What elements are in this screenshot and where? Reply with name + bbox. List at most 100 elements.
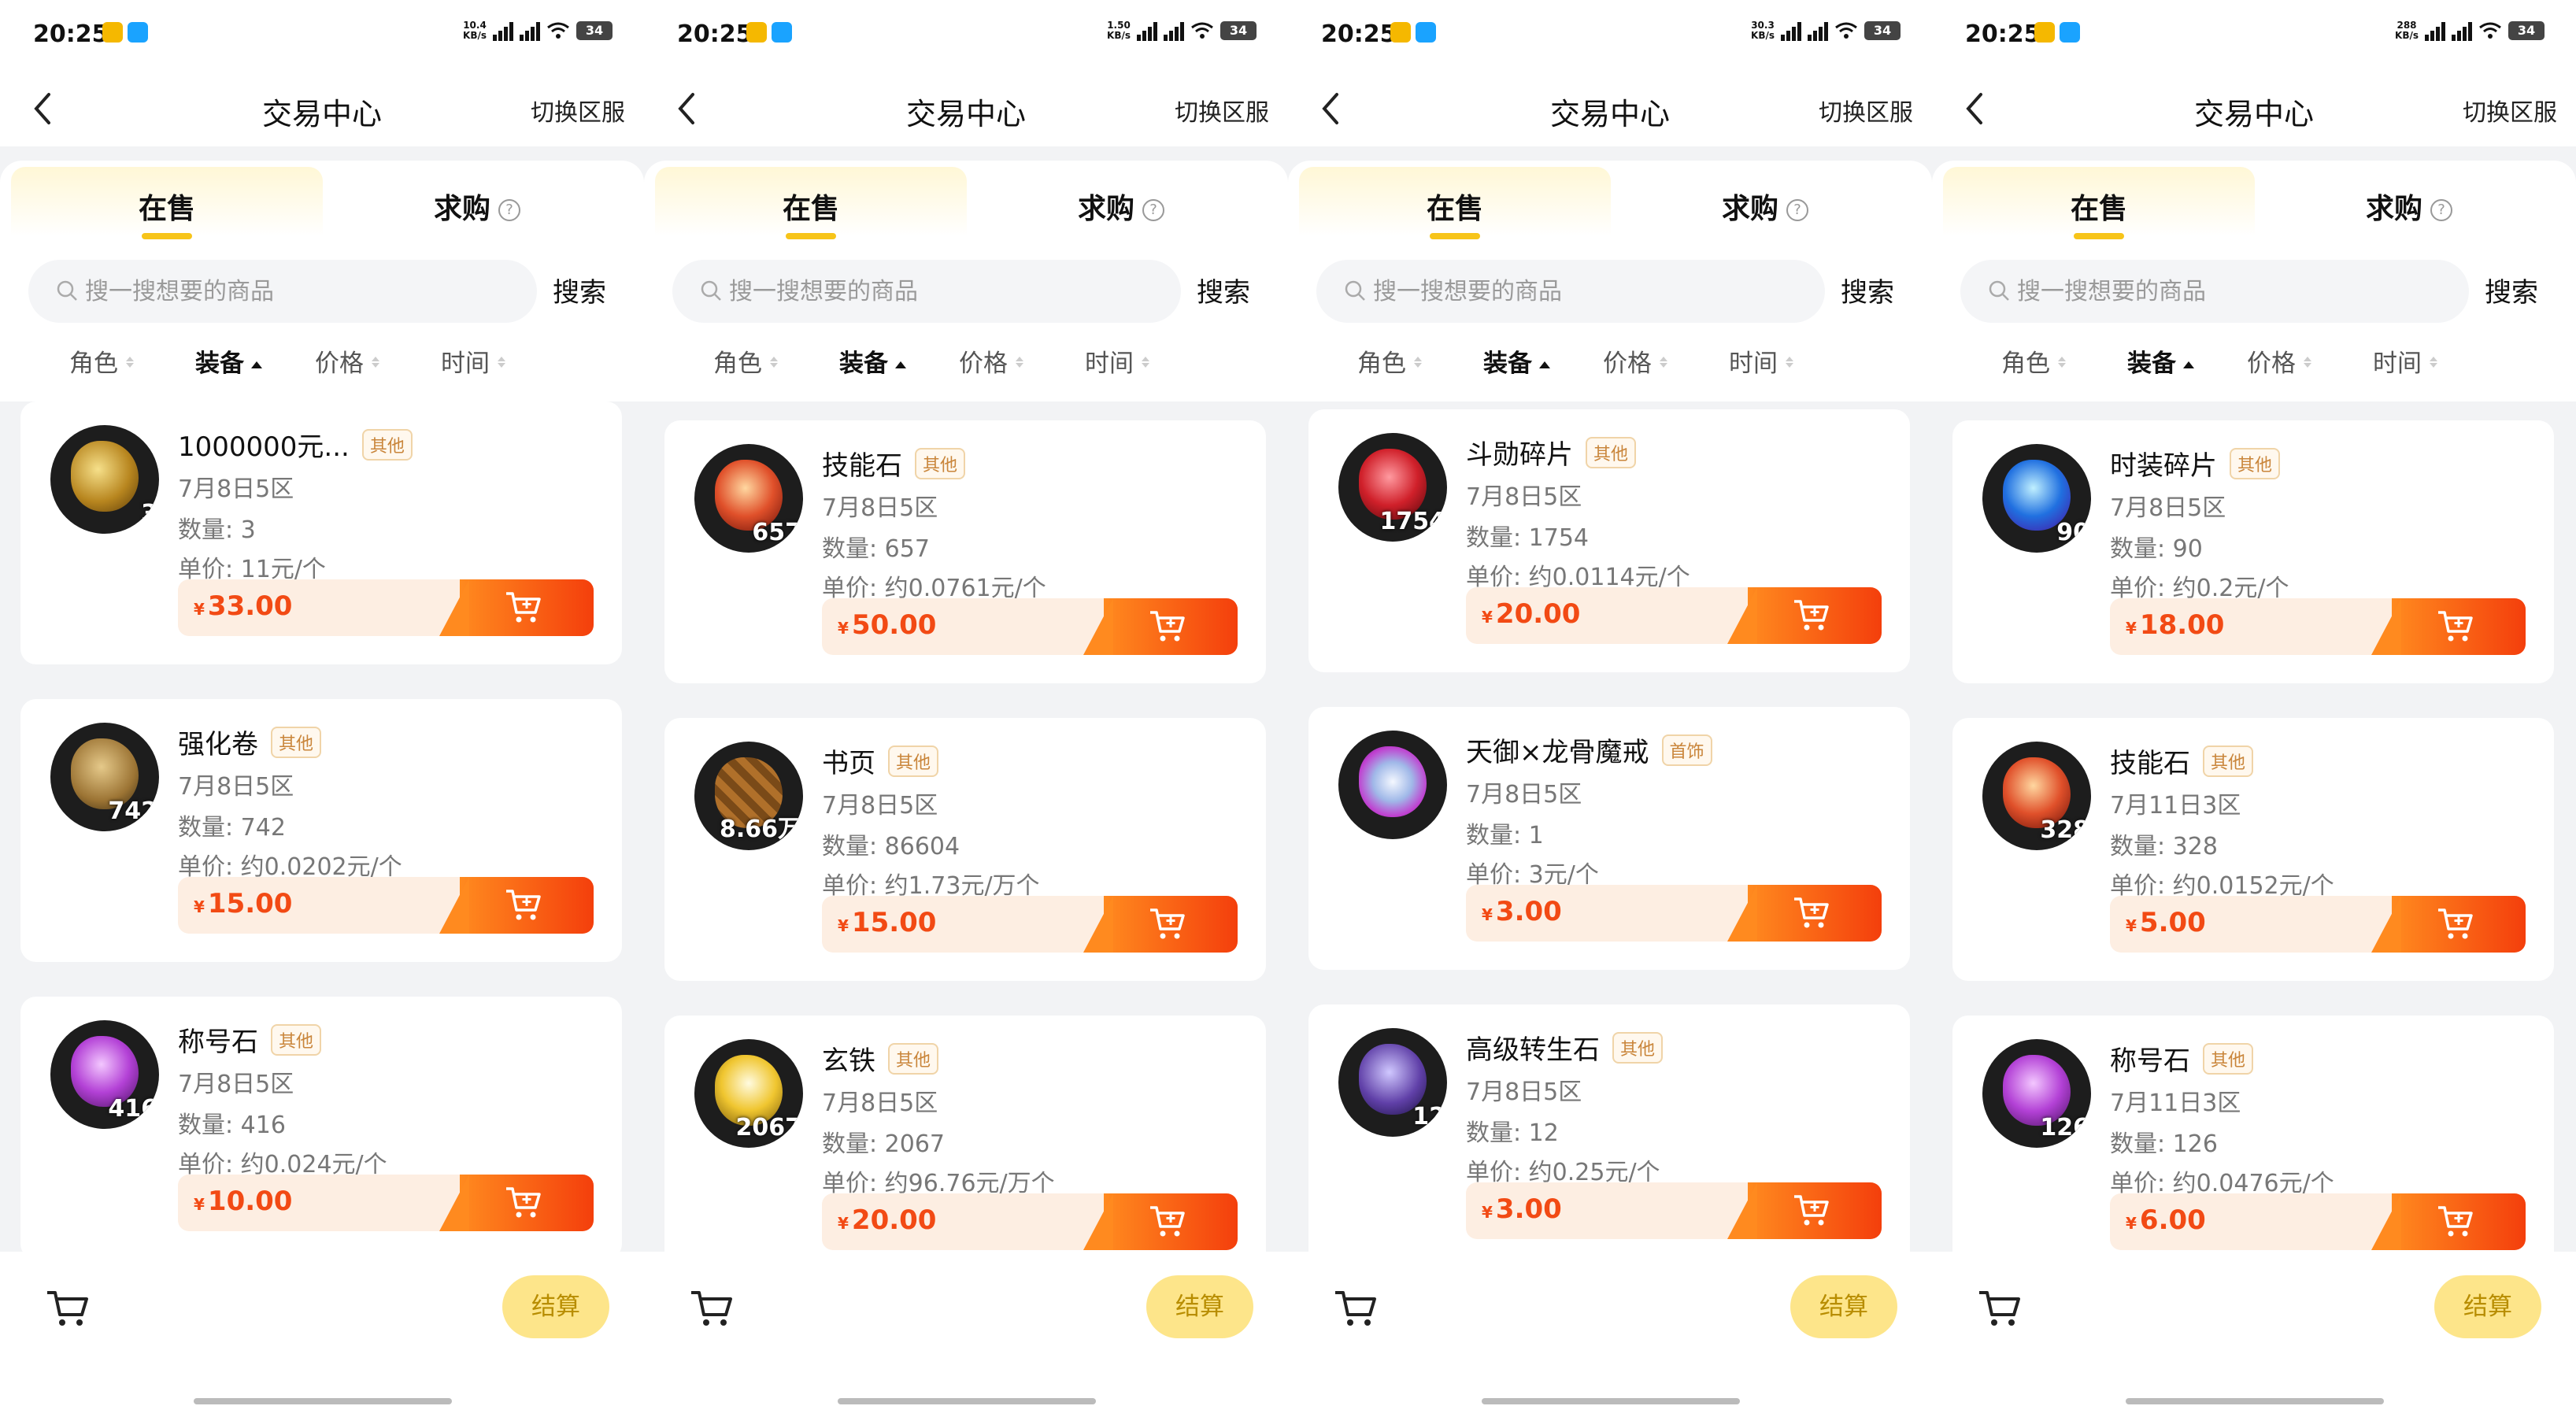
listing-card[interactable]: 天御×龙骨魔戒 首饰 7月8日5区 数量: 1 单价: 3元/个 ¥3.00 — [1308, 707, 1910, 970]
sort-role[interactable]: 角色 — [2001, 343, 2067, 379]
add-to-cart-button[interactable] — [439, 579, 594, 636]
listing-card[interactable]: 742 强化卷 其他 7月8日5区 数量: 742 单价: 约0.0202元/个 ¥15.0… — [20, 699, 622, 962]
sort-time[interactable]: 时间 — [441, 343, 507, 379]
checkout-button[interactable]: 结算 — [1146, 1275, 1253, 1338]
listing-card[interactable]: 12 高级转生石 其他 7月8日5区 数量: 12 单价: 约0.25元/个 ¥3.00 — [1308, 1004, 1910, 1252]
add-to-cart-button[interactable] — [1727, 587, 1882, 644]
tab-on-sale[interactable]: 在售 — [655, 167, 967, 239]
switch-server-button[interactable]: 切换区服 — [2463, 93, 2557, 128]
nav-bar: 交易中心 切换区服 — [644, 71, 1288, 146]
tab-wanted[interactable]: 求购? — [321, 167, 633, 236]
switch-server-button[interactable]: 切换区服 — [1819, 93, 1913, 128]
add-to-cart-button[interactable] — [2371, 598, 2526, 655]
item-price: ¥33.00 — [194, 590, 292, 622]
tab-on-sale[interactable]: 在售 — [1299, 167, 1611, 239]
tab-on-sale[interactable]: 在售 — [1943, 167, 2255, 239]
checkout-button[interactable]: 结算 — [1790, 1275, 1897, 1338]
help-circle-icon[interactable]: ? — [1142, 199, 1164, 221]
search-button[interactable]: 搜索 — [2485, 271, 2538, 309]
currency-symbol: ¥ — [838, 1214, 849, 1233]
tab-wanted[interactable]: 求购? — [965, 167, 1277, 236]
add-to-cart-button[interactable] — [1083, 598, 1238, 655]
add-to-cart-button[interactable] — [1727, 1182, 1882, 1239]
sort-price[interactable]: 价格 — [2247, 343, 2313, 379]
sort-role[interactable]: 角色 — [713, 343, 779, 379]
help-circle-icon[interactable]: ? — [498, 199, 520, 221]
help-circle-icon[interactable]: ? — [1786, 199, 1808, 221]
nav-bar: 交易中心 切换区服 — [1932, 71, 2576, 146]
sort-price[interactable]: 价格 — [959, 343, 1025, 379]
listing-card[interactable]: 2067 玄铁 其他 7月8日5区 数量: 2067 单价: 约96.76元/万个 ¥20.… — [664, 1016, 1266, 1252]
search-button[interactable]: 搜索 — [1841, 271, 1894, 309]
buy-bar: ¥15.00 — [178, 877, 594, 934]
search-input[interactable] — [2017, 260, 2442, 323]
switch-server-button[interactable]: 切换区服 — [1175, 93, 1269, 128]
network-speed: 30.3 KB/s — [1751, 20, 1775, 41]
sort-label: 时间 — [2373, 350, 2422, 378]
item-quantity: 数量: 657 — [822, 535, 930, 563]
status-time: 20:25 — [1321, 20, 1397, 48]
add-to-cart-button[interactable] — [2371, 1193, 2526, 1250]
add-to-cart-button[interactable] — [439, 877, 594, 934]
sort-equipment[interactable]: 装备 — [195, 343, 263, 379]
shopping-cart-icon[interactable] — [44, 1286, 91, 1330]
item-server-date: 7月11日3区 — [2110, 792, 2241, 819]
sort-arrows-icon — [2056, 347, 2067, 376]
item-quantity: 数量: 1 — [1466, 822, 1544, 849]
shopping-cart-icon[interactable] — [1332, 1286, 1379, 1330]
sort-time[interactable]: 时间 — [2373, 343, 2439, 379]
sort-equipment[interactable]: 装备 — [839, 343, 907, 379]
listing-card[interactable]: 126 称号石 其他 7月11日3区 数量: 126 单价: 约0.0476元/个 ¥6.0… — [1952, 1016, 2554, 1252]
search-button[interactable]: 搜索 — [1197, 271, 1250, 309]
add-to-cart-icon — [1150, 1206, 1185, 1237]
shopping-cart-icon[interactable] — [1976, 1286, 2023, 1330]
sort-time[interactable]: 时间 — [1085, 343, 1151, 379]
sort-role[interactable]: 角色 — [69, 343, 135, 379]
add-to-cart-button[interactable] — [1083, 1193, 1238, 1250]
listing-card[interactable]: 8.66万 书页 其他 7月8日5区 数量: 86604 单价: 约1.73元/万个 ¥15… — [664, 718, 1266, 981]
sort-price[interactable]: 价格 — [1603, 343, 1669, 379]
sort-arrows-icon — [2428, 347, 2439, 376]
switch-server-button[interactable]: 切换区服 — [531, 93, 625, 128]
buy-bar: ¥6.00 — [2110, 1193, 2526, 1250]
add-to-cart-button[interactable] — [2371, 896, 2526, 953]
battery-icon: 34 — [2508, 21, 2545, 40]
listing-card[interactable]: 657 技能石 其他 7月8日5区 数量: 657 单价: 约0.0761元/个 ¥50.0… — [664, 420, 1266, 683]
currency-symbol: ¥ — [1482, 1203, 1493, 1222]
search-input[interactable] — [85, 260, 510, 323]
sort-role[interactable]: 角色 — [1357, 343, 1423, 379]
listing-card[interactable]: 328 技能石 其他 7月11日3区 数量: 328 单价: 约0.0152元/个 ¥5.0… — [1952, 718, 2554, 981]
sort-equipment[interactable]: 装备 — [2127, 343, 2195, 379]
item-quantity: 数量: 1754 — [1466, 524, 1589, 552]
item-price-value: 3.00 — [1495, 896, 1562, 927]
listing-card[interactable]: 1754 斗勋碎片 其他 7月8日5区 数量: 1754 单价: 约0.0114元/个 ¥2… — [1308, 409, 1910, 672]
search-input[interactable] — [1373, 260, 1798, 323]
sort-label: 角色 — [2001, 350, 2050, 378]
add-to-cart-button[interactable] — [1727, 885, 1882, 942]
help-circle-icon[interactable]: ? — [2430, 199, 2452, 221]
search-input[interactable] — [729, 260, 1154, 323]
tab-wanted[interactable]: 求购? — [1609, 167, 1921, 236]
item-price: ¥5.00 — [2126, 907, 2206, 938]
item-category-tag: 首饰 — [1661, 734, 1712, 766]
sort-equipment[interactable]: 装备 — [1483, 343, 1551, 379]
tab-wanted[interactable]: 求购? — [2253, 167, 2565, 236]
network-speed: 288 KB/s — [2395, 20, 2419, 41]
item-price-value: 5.00 — [2139, 907, 2206, 938]
signal-5g-2-icon — [2452, 20, 2472, 41]
listing-card[interactable]: 416 称号石 其他 7月8日5区 数量: 416 单价: 约0.024元/个 ¥10.00 — [20, 997, 622, 1252]
checkout-button[interactable]: 结算 — [502, 1275, 609, 1338]
add-to-cart-button[interactable] — [1083, 896, 1238, 953]
search-button[interactable]: 搜索 — [553, 271, 606, 309]
listing-card[interactable]: 90 时装碎片 其他 7月8日5区 数量: 90 单价: 约0.2元/个 ¥18.00 — [1952, 420, 2554, 683]
checkout-button[interactable]: 结算 — [2434, 1275, 2541, 1338]
add-to-cart-button[interactable] — [439, 1175, 594, 1231]
network-speed: 10.4 KB/s — [463, 20, 487, 41]
shopping-cart-icon[interactable] — [688, 1286, 735, 1330]
sort-price[interactable]: 价格 — [315, 343, 381, 379]
tab-on-sale[interactable]: 在售 — [11, 167, 323, 239]
sort-label: 时间 — [441, 350, 490, 378]
sort-time[interactable]: 时间 — [1729, 343, 1795, 379]
item-thumbnail: 328 — [1982, 742, 2091, 850]
listing-card[interactable]: 3 1000000元... 其他 7月8日5区 数量: 3 单价: 11元/个 ¥33.00 — [20, 401, 622, 664]
